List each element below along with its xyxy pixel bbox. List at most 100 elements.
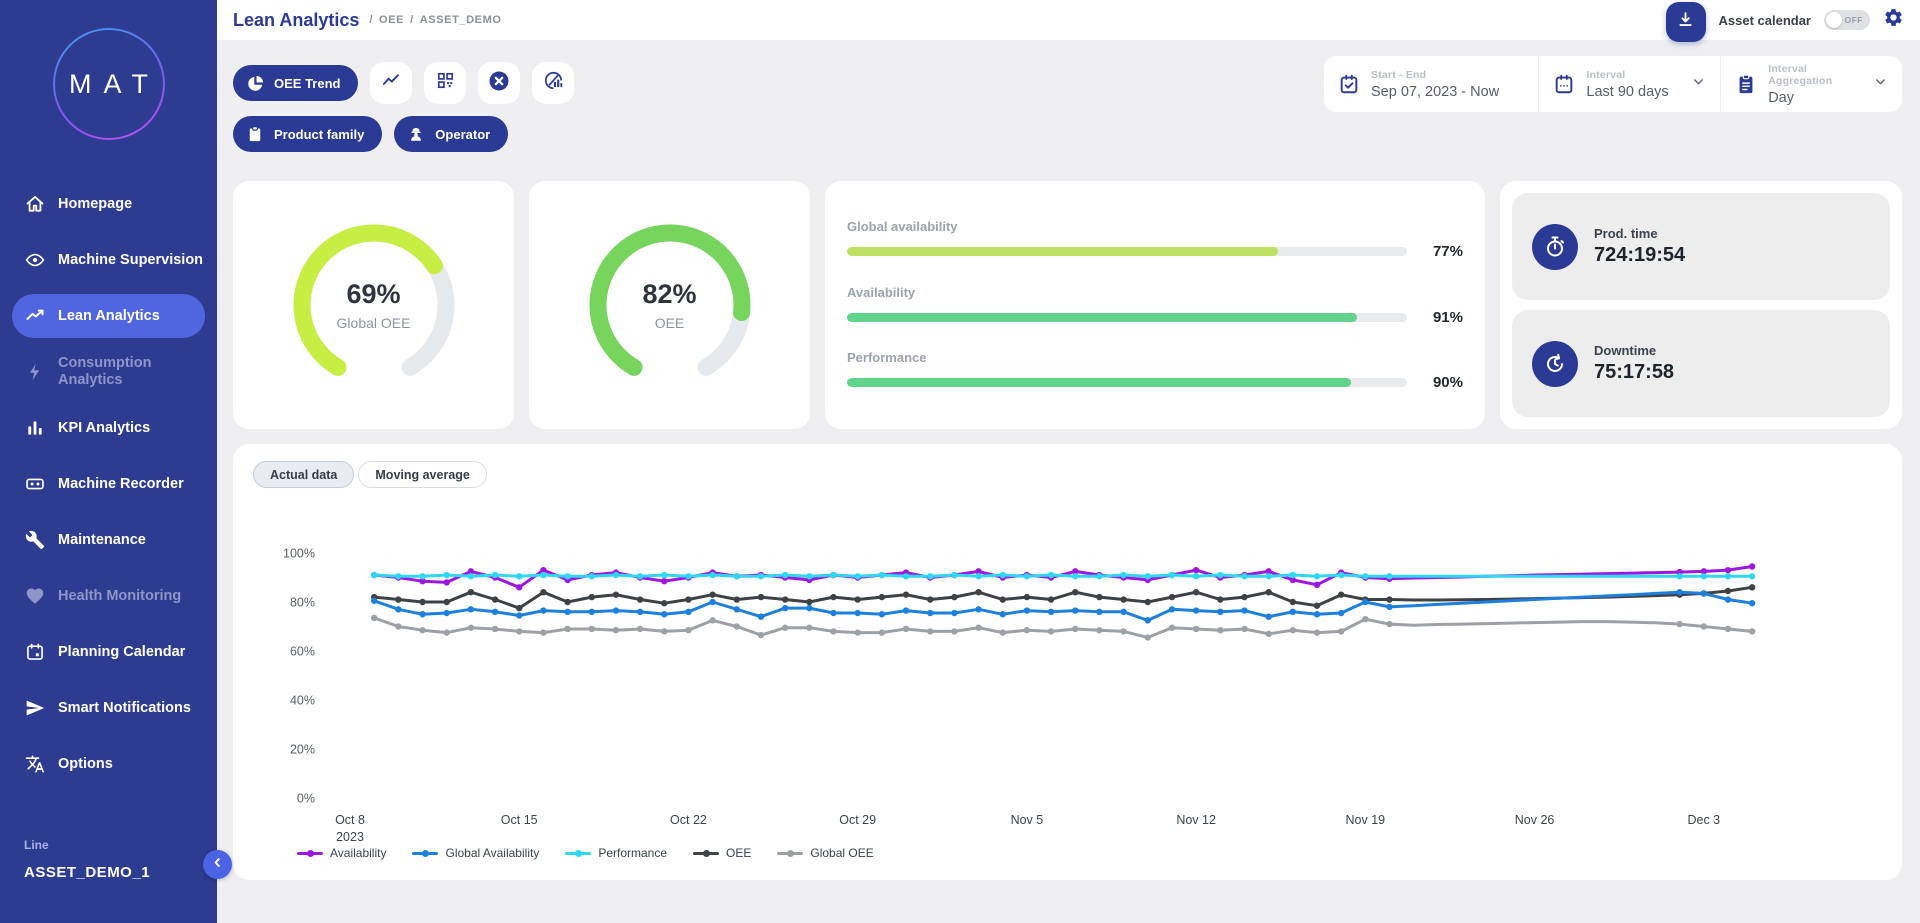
bar-label: Availability [847, 285, 1463, 300]
svg-text:80%: 80% [290, 596, 315, 610]
sidebar-item-machine-supervision[interactable]: Machine Supervision [12, 238, 205, 282]
sidebar-item-label: Maintenance [58, 532, 146, 549]
sidebar-item-smart-notifications[interactable]: Smart Notifications [12, 686, 205, 730]
legend-item[interactable]: Performance [565, 846, 667, 860]
sidebar-item-health-monitoring[interactable]: Health Monitoring [12, 574, 205, 618]
chart-legend: Availability Global Availability Performan… [297, 846, 1882, 860]
sidebar-item-machine-recorder[interactable]: Machine Recorder [12, 462, 205, 506]
interval-label: Interval [1586, 69, 1691, 81]
product-family-chip[interactable]: Product family [233, 116, 382, 152]
bar-value: 91% [1421, 309, 1463, 326]
interval-control[interactable]: Interval Last 90 days [1538, 56, 1720, 112]
gauge-label: OEE [655, 315, 685, 331]
svg-text:Oct 29: Oct 29 [839, 813, 876, 827]
sidebar-item-options[interactable]: Options [12, 742, 205, 786]
oee-trend-chart[interactable]: 0%20%40%60%80%100% Oct 82023Oct 15Oct 22… [253, 512, 1893, 842]
chevron-left-icon [210, 855, 225, 875]
svg-text:60%: 60% [290, 645, 315, 659]
sidebar-item-label: Machine Recorder [58, 476, 184, 493]
kpi-bars-card: Global availability 77% Availability 91%… [825, 181, 1485, 429]
clear-filter-button[interactable] [478, 62, 520, 104]
filter-section: OEE Trend [217, 40, 1920, 165]
sidebar-item-homepage[interactable]: Homepage [12, 182, 205, 226]
sidebar-item-planning-calendar[interactable]: Planning Calendar [12, 630, 205, 674]
oee-trend-chip[interactable]: OEE Trend [233, 65, 358, 101]
trend-view-button[interactable] [370, 62, 412, 104]
download-button[interactable] [1666, 2, 1706, 42]
calendar-icon [1553, 73, 1575, 95]
legend-item[interactable]: Global Availability [412, 846, 539, 860]
trend-chart-card: Actual data Moving average 0% 20% 40% 60% 80… [233, 444, 1902, 880]
breadcrumb-separator: / [410, 14, 414, 26]
progress-track [847, 313, 1407, 322]
aggregation-value: Day [1768, 90, 1873, 106]
gauge-report-button[interactable] [532, 62, 574, 104]
progress-fill [847, 378, 1351, 387]
sidebar-item-maintenance[interactable]: Maintenance [12, 518, 205, 562]
gauge-label: Global OEE [337, 315, 411, 331]
legend-item[interactable]: OEE [693, 846, 751, 860]
breadcrumb-item-asset[interactable]: ASSET_DEMO [420, 14, 502, 26]
performance-bar-group: Performance 90% [847, 350, 1463, 391]
asset-calendar-toggle[interactable]: OFF [1824, 10, 1870, 30]
calendar-icon [25, 642, 45, 662]
chevron-down-icon [1873, 74, 1888, 94]
svg-text:20%: 20% [290, 743, 315, 757]
main-content: Lean Analytics / OEE / ASSET_DEMO Asset … [217, 0, 1920, 923]
sidebar-collapse-button[interactable] [203, 850, 232, 879]
legend-item[interactable]: Availability [297, 846, 386, 860]
tab-actual-data[interactable]: Actual data [253, 461, 354, 488]
bar-label: Global availability [847, 219, 1463, 234]
start-end-value: Sep 07, 2023 - Now [1371, 84, 1524, 100]
sidebar-item-label: Lean Analytics [58, 308, 160, 325]
home-icon [25, 194, 45, 214]
availability-bar-group: Availability 91% [847, 285, 1463, 326]
eye-icon [25, 250, 45, 270]
sidebar-item-label: Machine Supervision [58, 252, 203, 269]
legend-label: OEE [726, 846, 751, 860]
legend-swatch-icon [693, 849, 719, 857]
top-bar: Lean Analytics / OEE / ASSET_DEMO Asset … [217, 0, 1920, 40]
sidebar-item-label: Planning Calendar [58, 644, 185, 661]
progress-track [847, 247, 1407, 256]
bar-chart-icon [25, 418, 45, 438]
svg-text:Oct 8: Oct 8 [335, 813, 365, 827]
sidebar-item-kpi-analytics[interactable]: KPI Analytics [12, 406, 205, 450]
trend-line-icon [25, 306, 45, 326]
cassette-icon [25, 474, 45, 494]
svg-text:0%: 0% [297, 792, 315, 806]
qr-grid-button[interactable] [424, 62, 466, 104]
progress-track [847, 378, 1407, 387]
tab-moving-average[interactable]: Moving average [358, 461, 486, 488]
sidebar-item-label: Options [58, 756, 113, 773]
legend-swatch-icon [297, 849, 323, 857]
send-icon [25, 698, 45, 718]
asset-calendar-label: Asset calendar [1719, 13, 1812, 28]
legend-label: Availability [330, 846, 386, 860]
svg-text:40%: 40% [290, 694, 315, 708]
breadcrumb-item-oee[interactable]: OEE [379, 14, 404, 26]
progress-fill [847, 313, 1357, 322]
start-end-control[interactable]: Start - End Sep 07, 2023 - Now [1324, 56, 1538, 112]
settings-button[interactable] [1883, 7, 1904, 33]
sidebar-item-label: Homepage [58, 196, 132, 213]
legend-item[interactable]: Global OEE [777, 846, 873, 860]
legend-label: Global Availability [445, 846, 539, 860]
svg-text:Nov 12: Nov 12 [1176, 813, 1216, 827]
product-family-chip-label: Product family [274, 127, 364, 142]
progress-fill [847, 247, 1278, 256]
chart-tabs: Actual data Moving average [253, 461, 1882, 488]
chevron-down-icon [1691, 74, 1706, 94]
logo-text: MAT [57, 69, 160, 100]
operator-chip[interactable]: Operator [394, 116, 508, 152]
sidebar-nav: Homepage Machine Supervision Lean Analyt… [0, 182, 217, 786]
lightning-icon [25, 362, 45, 382]
sidebar-item-lean-analytics[interactable]: Lean Analytics [12, 294, 205, 338]
legend-label: Global OEE [810, 846, 873, 860]
toggle-knob [1826, 12, 1842, 28]
sidebar-item-consumption-analytics[interactable]: Consumption Analytics [12, 350, 205, 394]
stat-value: 75:17:58 [1594, 361, 1674, 384]
aggregation-control[interactable]: Interval Aggregation Day [1720, 56, 1902, 112]
pie-chart-icon [246, 74, 265, 93]
date-controls-bar: Start - End Sep 07, 2023 - Now Interval … [1324, 56, 1902, 112]
